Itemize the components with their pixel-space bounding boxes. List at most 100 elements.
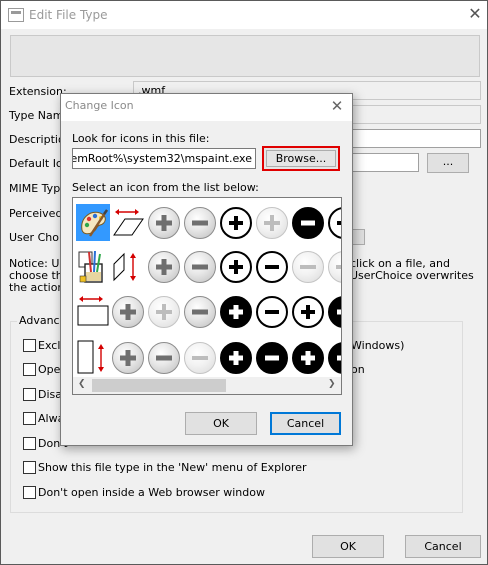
skew-vertical-icon[interactable]: [111, 247, 145, 285]
skew-vertical-glyph: [113, 252, 136, 282]
scroll-left-icon[interactable]: ❮: [78, 379, 86, 389]
icon-list[interactable]: ❮ ❯: [72, 197, 342, 395]
minus-gray-icon[interactable]: [183, 247, 217, 285]
plus-outline-icon[interactable]: [291, 292, 325, 330]
minus-solid-icon[interactable]: [255, 338, 289, 376]
minus-solid-icon[interactable]: [327, 338, 341, 376]
plus-outline-icon[interactable]: [327, 203, 341, 241]
rect-resize-vertical-icon[interactable]: [75, 338, 109, 376]
rect-horizontal-glyph: [77, 296, 109, 326]
plus-outline-icon-glyph: [220, 207, 252, 239]
default-icon-field[interactable]: [349, 153, 419, 172]
plus-outline-icon[interactable]: [219, 247, 253, 285]
show-in-new-menu-label: Show this file type in the 'New' menu of…: [38, 461, 307, 474]
plus-faded-icon[interactable]: [327, 247, 341, 285]
select-icon-label: Select an icon from the list below:: [72, 181, 259, 194]
dialog-ok-button[interactable]: OK: [185, 412, 257, 435]
plus-faded-icon-glyph: [328, 251, 341, 283]
icon-file-path-input[interactable]: %SystemRoot%\system32\mspaint.exe: [72, 148, 256, 169]
minus-gray-icon-glyph: [184, 207, 216, 239]
always-checkbox[interactable]: [23, 412, 36, 425]
dialog-cancel-button[interactable]: Cancel: [270, 412, 341, 435]
plus-gray-icon-glyph: [148, 251, 180, 283]
open-checkbox[interactable]: [23, 363, 36, 376]
plus-outline-icon-glyph: [220, 251, 252, 283]
minus-faded-icon-glyph: [184, 342, 216, 374]
browse-button[interactable]: Browse...: [262, 146, 340, 171]
minus-solid-icon[interactable]: [327, 292, 341, 330]
minus-solid-icon-glyph: [256, 342, 288, 374]
parallelogram-resize-icon[interactable]: [111, 203, 145, 241]
minus-gray-icon-glyph: [148, 342, 180, 374]
look-for-label: Look for icons in this file:: [72, 132, 210, 145]
mspaint-icon[interactable]: [75, 203, 110, 241]
horizontal-scrollbar[interactable]: ❮ ❯: [73, 377, 341, 394]
window-title-bar: Edit File Type ✕: [1, 1, 487, 29]
minus-solid-icon-glyph: [328, 296, 341, 328]
window-cancel-button[interactable]: Cancel: [405, 535, 481, 558]
window-app-icon: [8, 8, 24, 22]
minus-outline-icon[interactable]: [255, 247, 289, 285]
plus-gray-icon-glyph: [112, 296, 144, 328]
scroll-right-icon[interactable]: ❯: [328, 379, 336, 389]
file-type-banner: [10, 35, 480, 77]
description-field[interactable]: [349, 129, 481, 148]
minus-gray-icon[interactable]: [183, 203, 217, 241]
plus-faded-icon[interactable]: [255, 203, 289, 241]
disable-checkbox[interactable]: [23, 388, 36, 401]
minus-faded-icon[interactable]: [291, 247, 325, 285]
paint-cup-icon[interactable]: [75, 247, 109, 285]
plus-gray-icon-glyph: [112, 342, 144, 374]
plus-gray-icon-glyph: [148, 207, 180, 239]
plus-solid-icon[interactable]: [219, 338, 253, 376]
plus-outline-icon[interactable]: [219, 203, 253, 241]
dont-add-checkbox[interactable]: [23, 437, 36, 450]
open-label-end: on: [351, 363, 365, 376]
plus-solid-icon-glyph: [292, 342, 324, 374]
dont-open-in-browser-checkbox[interactable]: [23, 486, 36, 499]
window-ok-button[interactable]: OK: [312, 535, 384, 558]
browse-button-label: Browse...: [266, 150, 336, 167]
minus-outline-icon-glyph: [256, 296, 288, 328]
mspaint-glyph: [81, 209, 109, 237]
minus-solid-icon-glyph: [292, 207, 324, 239]
plus-faded-icon[interactable]: [147, 292, 181, 330]
plus-solid-icon-glyph: [220, 296, 252, 328]
plus-solid-icon-glyph: [220, 342, 252, 374]
plus-outline-icon-glyph: [292, 296, 324, 328]
plus-outline-icon-glyph: [328, 207, 341, 239]
dont-open-in-browser-label: Don't open inside a Web browser window: [38, 486, 265, 499]
plus-faded-icon-glyph: [148, 296, 180, 328]
window-close-icon[interactable]: ✕: [463, 4, 487, 24]
window-title: Edit File Type: [29, 8, 108, 22]
plus-gray-icon[interactable]: [111, 338, 145, 376]
minus-solid-icon[interactable]: [291, 203, 325, 241]
minus-faded-icon[interactable]: [183, 338, 217, 376]
rect-vertical-glyph: [77, 340, 104, 374]
notice-line-2-end: UserChoice overwrites: [350, 269, 474, 282]
plus-gray-icon[interactable]: [147, 203, 181, 241]
plus-faded-icon-glyph: [256, 207, 288, 239]
minus-gray-icon[interactable]: [183, 292, 217, 330]
dialog-title-bar: Change Icon ✕: [61, 94, 352, 121]
plus-solid-icon[interactable]: [291, 338, 325, 376]
minus-gray-icon-glyph: [184, 251, 216, 283]
minus-outline-icon[interactable]: [255, 292, 289, 330]
dialog-close-icon[interactable]: ✕: [327, 96, 347, 116]
paint-cup-glyph: [78, 250, 103, 283]
plus-solid-icon[interactable]: [219, 292, 253, 330]
plus-gray-icon[interactable]: [111, 292, 145, 330]
rect-resize-horizontal-icon[interactable]: [75, 292, 109, 330]
parallelogram-glyph: [113, 209, 144, 236]
minus-gray-icon[interactable]: [147, 338, 181, 376]
plus-gray-icon[interactable]: [147, 247, 181, 285]
default-icon-browse-button[interactable]: ...: [427, 153, 469, 173]
show-in-new-menu-checkbox[interactable]: [23, 461, 36, 474]
exclude-label-end: Windows): [351, 339, 405, 352]
scrollbar-thumb[interactable]: [92, 379, 226, 392]
extension-label: Extension:: [9, 85, 67, 98]
minus-gray-icon-glyph: [184, 296, 216, 328]
type-name-field[interactable]: [349, 105, 481, 124]
icon-file-path-text: %SystemRoot%\system32\mspaint.exe: [73, 152, 252, 165]
exclude-checkbox[interactable]: [23, 339, 36, 352]
